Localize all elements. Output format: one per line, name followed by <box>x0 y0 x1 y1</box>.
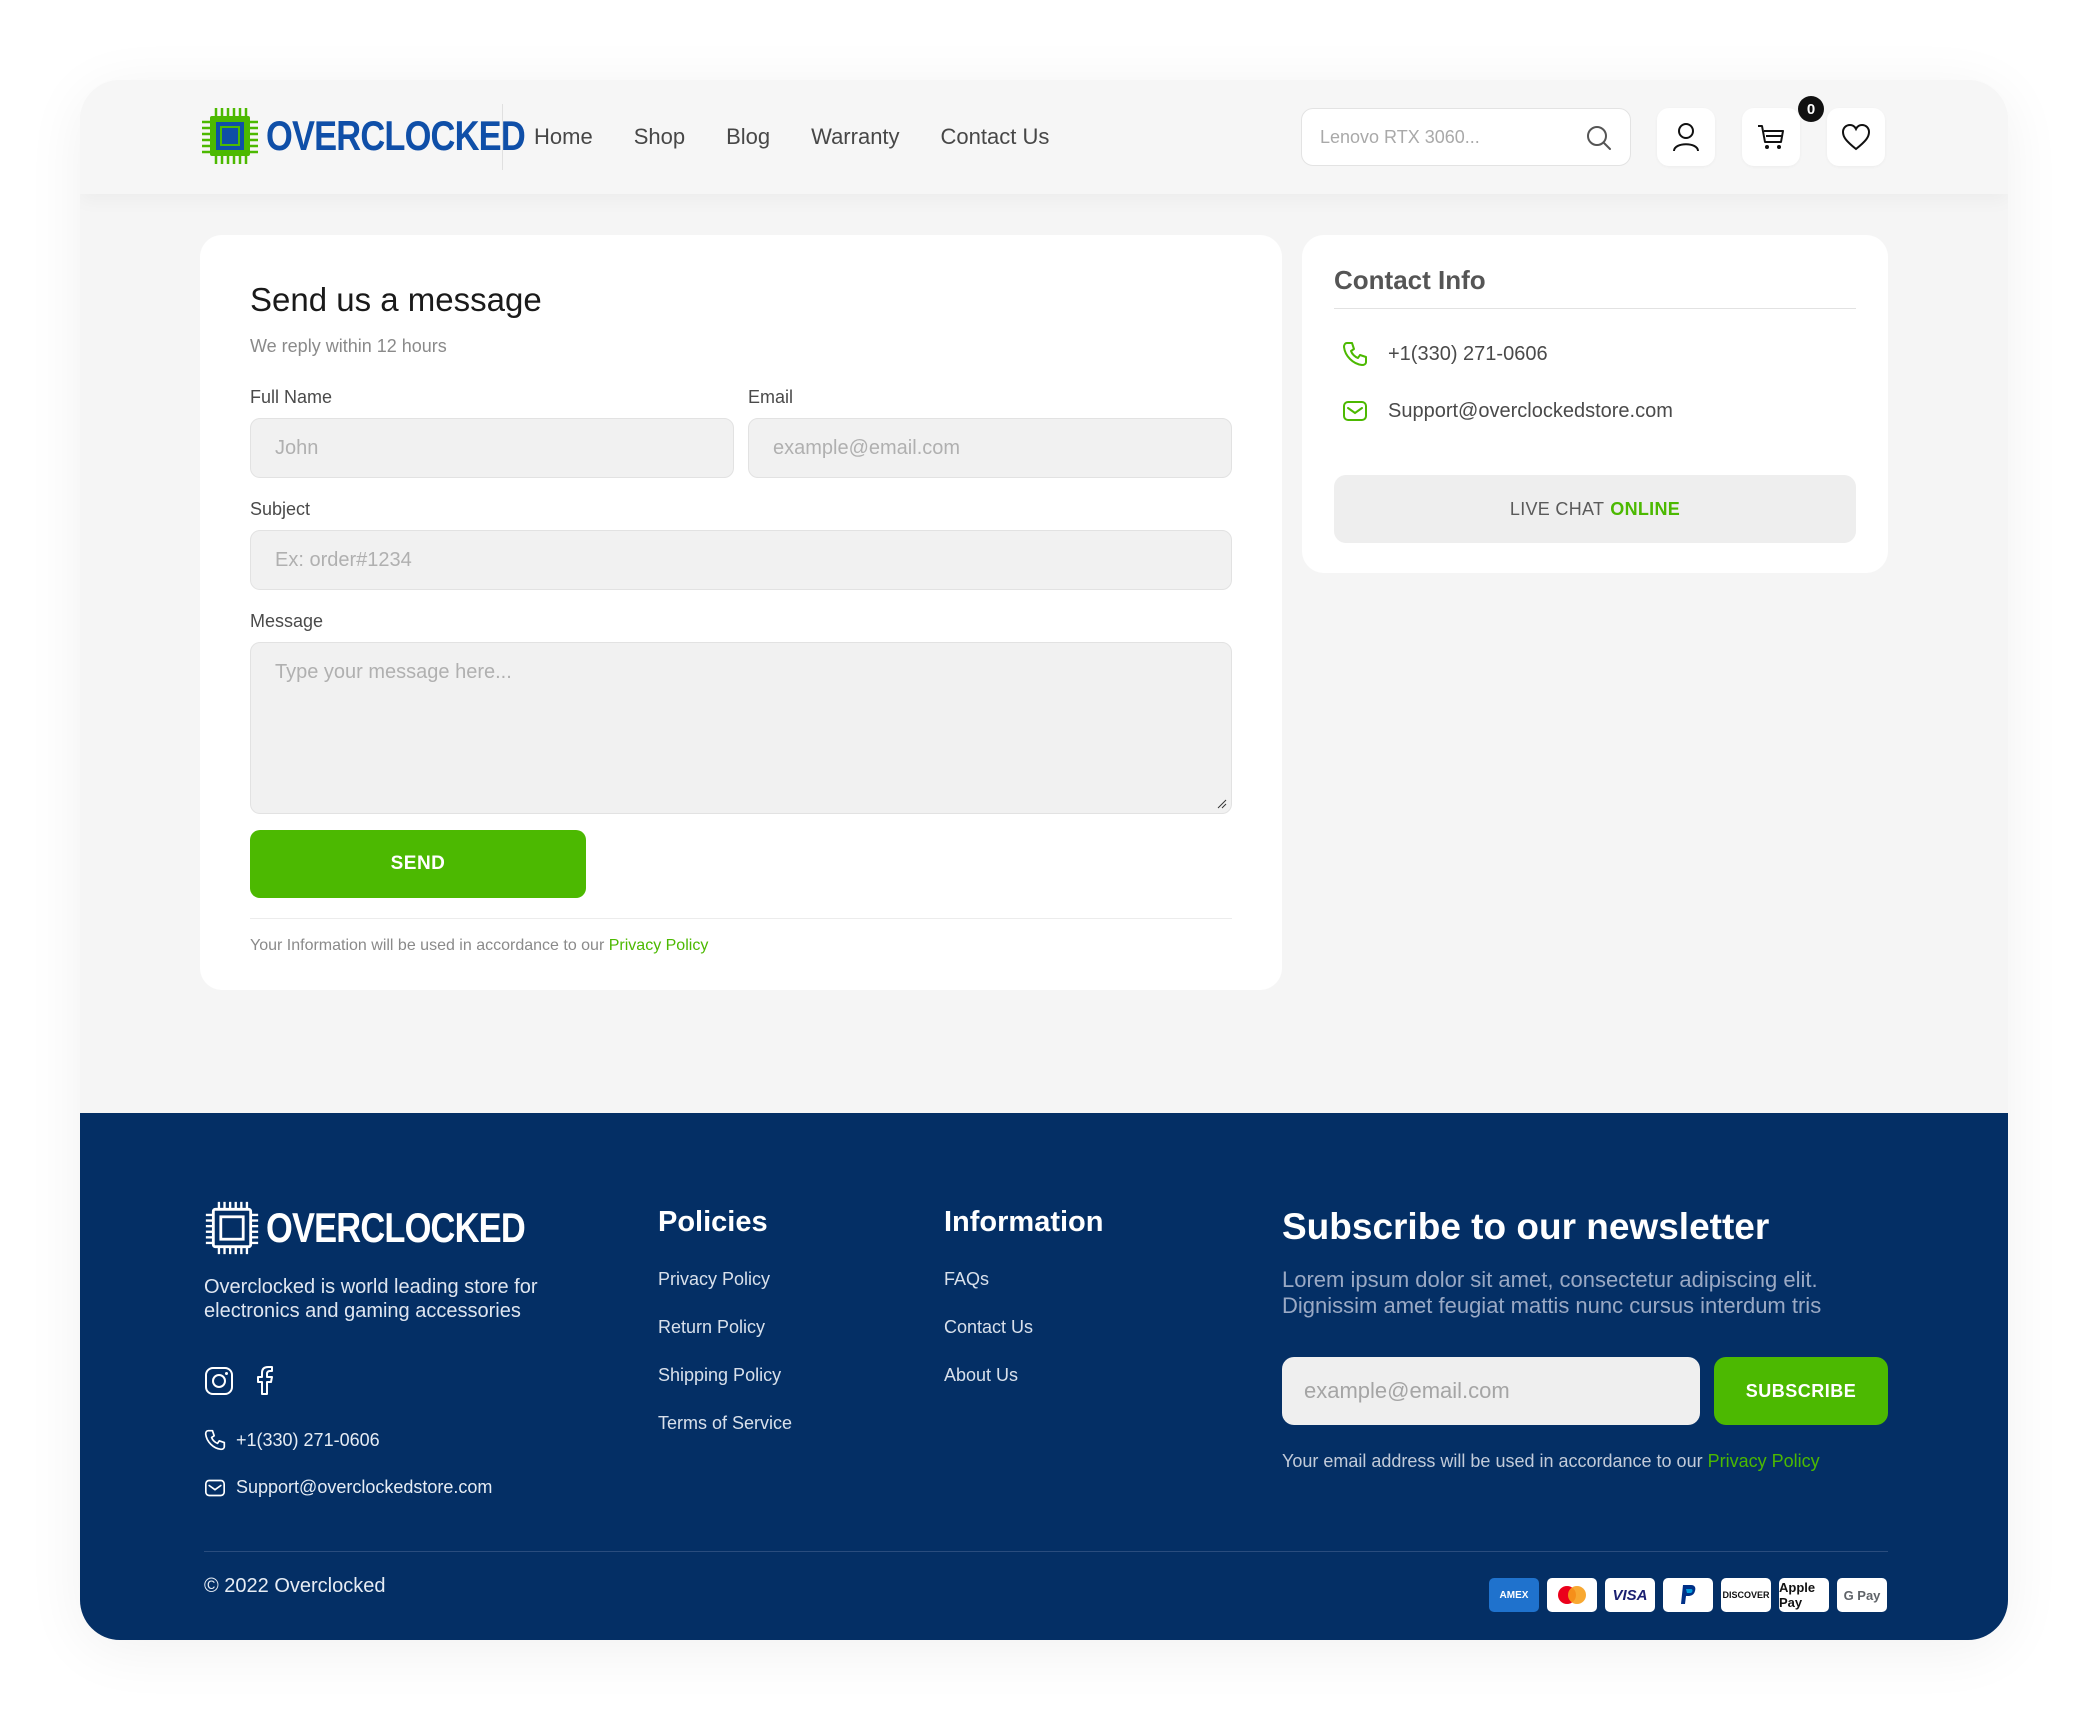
privacy-note-text: Your Information will be used in accorda… <box>250 937 605 954</box>
form-title: Send us a message <box>250 281 542 318</box>
footer-phone: +1(330) 271-0606 <box>236 1429 380 1450</box>
send-button[interactable]: SEND <box>250 830 586 898</box>
footer-link-return-policy[interactable]: Return Policy <box>658 1317 765 1338</box>
footer-email: Support@overclockedstore.com <box>236 1477 493 1497</box>
contact-info-card: Contact Info +1(330) 271-0606 Support@ov… <box>1302 235 1888 573</box>
google-pay-icon: G Pay <box>1837 1578 1887 1612</box>
message-textarea[interactable]: Type your message here... <box>250 642 1232 814</box>
nav-blog[interactable]: Blog <box>726 124 770 150</box>
policies-title: Policies <box>658 1206 768 1238</box>
form-subtitle: We reply within 12 hours <box>250 336 447 356</box>
phone-icon <box>204 1429 226 1451</box>
newsletter-privacy-policy-link[interactable]: Privacy Policy <box>1708 1451 1820 1471</box>
mastercard-icon <box>1547 1578 1597 1612</box>
live-chat-label: LIVE CHAT <box>1509 498 1605 519</box>
message-placeholder: Type your message here... <box>275 661 512 683</box>
footer-logo-text: OVERCLOCKED <box>266 1204 526 1251</box>
footer-description: Overclocked is world leading store for e… <box>204 1276 538 1322</box>
form-divider <box>250 918 1232 919</box>
information-title: Information <box>944 1206 1104 1238</box>
visa-icon: VISA <box>1605 1578 1655 1612</box>
full-name-label: Full Name <box>250 387 333 407</box>
message-label: Message <box>250 611 324 631</box>
live-chat-button[interactable]: LIVE CHAT ONLINE <box>1334 475 1856 543</box>
cpu-chip-icon <box>205 1201 259 1255</box>
email-label: Email <box>748 387 794 407</box>
site-header: OVERCLOCKED Home Shop Blog Warranty Cont… <box>80 80 2008 194</box>
apple-pay-icon: Apple Pay <box>1779 1578 1829 1612</box>
subject-field[interactable]: Ex: order#1234 <box>250 530 1232 590</box>
contact-email: Support@overclockedstore.com <box>1388 399 1673 422</box>
discover-icon: DISCOVER <box>1721 1578 1771 1612</box>
copyright-text: © 2022 Overclocked <box>204 1575 386 1597</box>
footer-phone-row[interactable]: +1(330) 271-0606 <box>204 1429 380 1451</box>
user-icon <box>1673 123 1699 152</box>
nav-warranty[interactable]: Warranty <box>811 124 899 150</box>
resize-grip-icon[interactable] <box>1217 799 1227 809</box>
nav-shop[interactable]: Shop <box>634 124 685 150</box>
contact-email-row[interactable]: Support@overclockedstore.com <box>1342 399 1673 423</box>
footer-link-about-us[interactable]: About Us <box>944 1365 1018 1386</box>
newsletter-email-placeholder: example@email.com <box>1304 1378 1510 1403</box>
nav-contact-us[interactable]: Contact Us <box>941 124 1050 150</box>
email-field[interactable]: example@email.com <box>748 418 1232 478</box>
search-box <box>1301 108 1631 166</box>
nav-home[interactable]: Home <box>534 124 593 150</box>
cart-icon <box>1758 125 1784 149</box>
mail-icon <box>205 1479 225 1496</box>
brand-logo[interactable]: OVERCLOCKED <box>200 106 582 166</box>
footer-link-contact-us[interactable]: Contact Us <box>944 1317 1033 1338</box>
paypal-icon <box>1663 1578 1713 1612</box>
brand-logo-text: OVERCLOCKED <box>266 112 526 159</box>
search-input[interactable] <box>1302 126 1572 148</box>
contact-phone-row[interactable]: +1(330) 271-0606 <box>1342 341 1548 367</box>
main-nav: Home Shop Blog Warranty Contact Us <box>534 80 1090 194</box>
footer-link-privacy-policy[interactable]: Privacy Policy <box>658 1269 770 1290</box>
email-placeholder: example@email.com <box>773 436 961 459</box>
facebook-icon[interactable] <box>254 1366 274 1396</box>
phone-icon <box>1343 342 1367 366</box>
full-name-placeholder: John <box>275 436 319 459</box>
wishlist-button[interactable] <box>1827 108 1885 166</box>
footer-link-shipping-policy[interactable]: Shipping Policy <box>658 1365 781 1386</box>
footer-link-terms-of-service[interactable]: Terms of Service <box>658 1413 792 1434</box>
contact-phone: +1(330) 271-0606 <box>1388 342 1548 365</box>
account-button[interactable] <box>1657 108 1715 166</box>
site-footer: OVERCLOCKED Overclocked is world leading… <box>80 1113 2008 1640</box>
full-name-field[interactable]: John <box>250 418 734 478</box>
live-chat-status: ONLINE <box>1610 498 1681 519</box>
social-links <box>204 1366 274 1396</box>
nav-divider <box>502 104 503 170</box>
newsletter-note-text: Your email address will be used in accor… <box>1282 1451 1703 1471</box>
footer-email-row[interactable]: Support@overclockedstore.com <box>204 1477 492 1498</box>
search-icon[interactable] <box>1586 125 1612 151</box>
message-form-card: Send us a message We reply within 12 hou… <box>200 235 1282 990</box>
cart-count-badge: 0 <box>1798 96 1824 122</box>
cpu-chip-icon <box>202 108 258 164</box>
cart-button[interactable] <box>1742 108 1800 166</box>
contact-info-divider <box>1334 308 1856 309</box>
subject-label: Subject <box>250 499 311 519</box>
privacy-policy-link[interactable]: Privacy Policy <box>609 937 709 954</box>
subject-placeholder: Ex: order#1234 <box>275 548 412 571</box>
newsletter-privacy-note: Your email address will be used in accor… <box>1282 1451 1820 1472</box>
contact-info-title: Contact Info <box>1334 265 1486 295</box>
newsletter-title: Subscribe to our newsletter <box>1282 1206 1770 1247</box>
mail-icon <box>1343 401 1367 421</box>
subscribe-button[interactable]: SUBSCRIBE <box>1714 1357 1888 1425</box>
newsletter-email-input[interactable]: example@email.com <box>1282 1357 1700 1425</box>
heart-icon <box>1841 123 1871 151</box>
footer-link-faqs[interactable]: FAQs <box>944 1269 989 1290</box>
page-frame: OVERCLOCKED Home Shop Blog Warranty Cont… <box>80 80 2008 1640</box>
footer-divider <box>204 1551 1888 1552</box>
privacy-note: Your Information will be used in accorda… <box>250 937 708 955</box>
instagram-icon[interactable] <box>204 1366 234 1396</box>
footer-logo[interactable]: OVERCLOCKED <box>204 1199 582 1257</box>
newsletter-description: Lorem ipsum dolor sit amet, consectetur … <box>1282 1267 1822 1318</box>
amex-icon: AMEX <box>1489 1578 1539 1612</box>
